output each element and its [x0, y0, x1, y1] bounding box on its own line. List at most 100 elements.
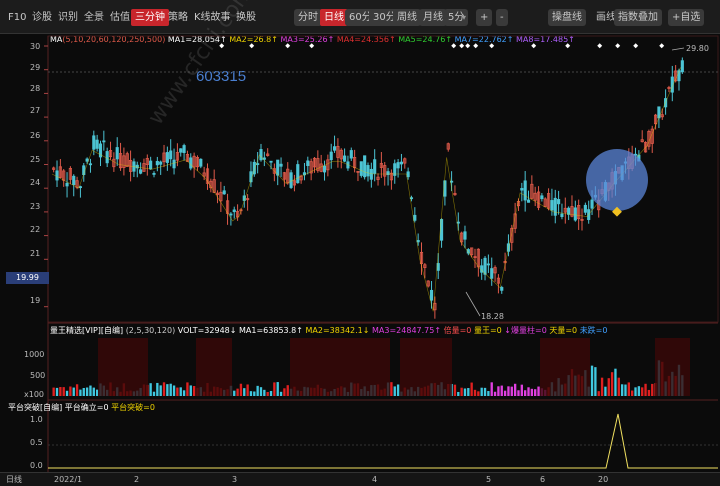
signal-diamond	[615, 43, 621, 49]
platform-legend: 平台突破[自编] 平台确立=0 平台突破=0	[8, 402, 155, 414]
volume-legend: 量王精选[VIP][自编] (2,5,30,120) VOLT=32948↓ M…	[50, 325, 607, 337]
platform-indicator-name[interactable]: 平台突破[自编]	[8, 403, 62, 412]
volume-bar	[179, 387, 182, 396]
volume-bar	[453, 384, 457, 396]
candle-body	[363, 155, 367, 178]
candle-body	[232, 209, 236, 213]
volume-bar	[644, 383, 647, 396]
volume-bar	[651, 383, 654, 396]
volume-bar	[513, 383, 517, 396]
signal-diamond	[565, 43, 571, 49]
platform-axis-tick: 1.0	[30, 415, 43, 424]
volume-zone	[196, 338, 232, 396]
volume-bar	[159, 385, 162, 396]
platform-value: 平台突破=0	[111, 403, 155, 412]
volume-bar	[594, 367, 597, 396]
volume-value: VOLT=32948↓	[177, 326, 237, 335]
volume-bar	[630, 390, 634, 396]
candle-body	[483, 257, 487, 275]
price-tick: 21	[30, 249, 41, 258]
date-tick: 6	[540, 475, 546, 484]
volume-bar	[460, 387, 463, 396]
candle-body	[349, 150, 353, 159]
candle-body	[332, 146, 337, 151]
price-tick: 24	[30, 178, 41, 187]
volume-indicator-name[interactable]: 量王精选[VIP][自编]	[50, 326, 123, 335]
candle-body	[172, 159, 176, 169]
volume-bar	[95, 389, 99, 396]
price-tick: 23	[30, 202, 41, 211]
volume-bar	[390, 382, 393, 396]
candle-body	[560, 213, 564, 218]
volume-value: 天量=0	[549, 326, 578, 335]
candle-body	[88, 163, 93, 166]
candle-body	[393, 163, 397, 176]
volume-bar	[483, 387, 487, 396]
candle-body	[523, 180, 527, 201]
highlight-circle	[586, 149, 648, 211]
candle-body	[463, 231, 467, 240]
candle-body	[573, 207, 577, 221]
volume-bar	[69, 386, 72, 396]
period-label[interactable]: 日线	[6, 475, 22, 485]
volume-bar	[624, 384, 627, 396]
signal-diamond	[531, 43, 537, 49]
volume-bar	[189, 385, 192, 396]
volume-bar	[233, 390, 236, 396]
platform-line	[48, 413, 718, 469]
signal-diamond	[633, 43, 639, 49]
volume-bar	[617, 377, 620, 396]
volume-bar	[169, 383, 172, 396]
volume-zone	[290, 338, 390, 396]
low-label: 18.28	[481, 312, 504, 321]
signal-diamond	[285, 43, 291, 49]
candle-body	[329, 151, 333, 161]
date-tick: 5	[486, 475, 492, 484]
volume-bar	[537, 386, 540, 396]
volume-bar	[637, 386, 641, 396]
volume-value: MA1=63853.8↑	[239, 326, 303, 335]
volume-bar	[497, 386, 500, 396]
volume-zone	[400, 338, 452, 396]
volume-bar	[604, 386, 607, 396]
signal-diamond	[597, 43, 603, 49]
candle-body	[229, 213, 233, 216]
date-tick: 20	[598, 475, 609, 484]
signal-diamond	[309, 43, 315, 49]
volume-bar	[176, 387, 179, 396]
volume-bar	[186, 382, 189, 396]
candle-body	[256, 163, 260, 165]
candle-body	[55, 170, 59, 181]
signal-diamond	[465, 43, 471, 49]
volume-bar	[269, 391, 273, 396]
volume-bar	[457, 391, 460, 396]
signal-diamond	[459, 43, 465, 49]
volume-value: 量王=0	[473, 326, 502, 335]
candle-body	[322, 165, 327, 173]
volume-bar	[256, 385, 259, 396]
volume-bar	[72, 387, 75, 396]
low-marker-line	[465, 291, 481, 317]
volume-bar	[517, 390, 520, 396]
volume-bar	[263, 389, 266, 396]
candle-body	[165, 152, 169, 163]
volume-bar	[279, 391, 283, 396]
candle-body	[169, 150, 173, 160]
volume-bar	[246, 384, 249, 396]
candle-body	[139, 169, 143, 174]
price-tick: 29	[30, 63, 41, 72]
volume-bar	[55, 387, 59, 396]
candle-body	[500, 287, 504, 291]
candle-body	[373, 159, 377, 174]
candle-body	[680, 60, 684, 73]
volume-bar	[172, 385, 176, 396]
volume-bar	[286, 385, 289, 396]
volume-zone	[98, 338, 148, 396]
candle-body	[486, 263, 490, 266]
volume-bar	[641, 387, 644, 396]
candle-body	[115, 147, 119, 160]
volume-bar	[396, 384, 400, 396]
candle-body	[590, 199, 594, 209]
candle-body	[152, 172, 156, 175]
candle-body	[429, 289, 434, 301]
